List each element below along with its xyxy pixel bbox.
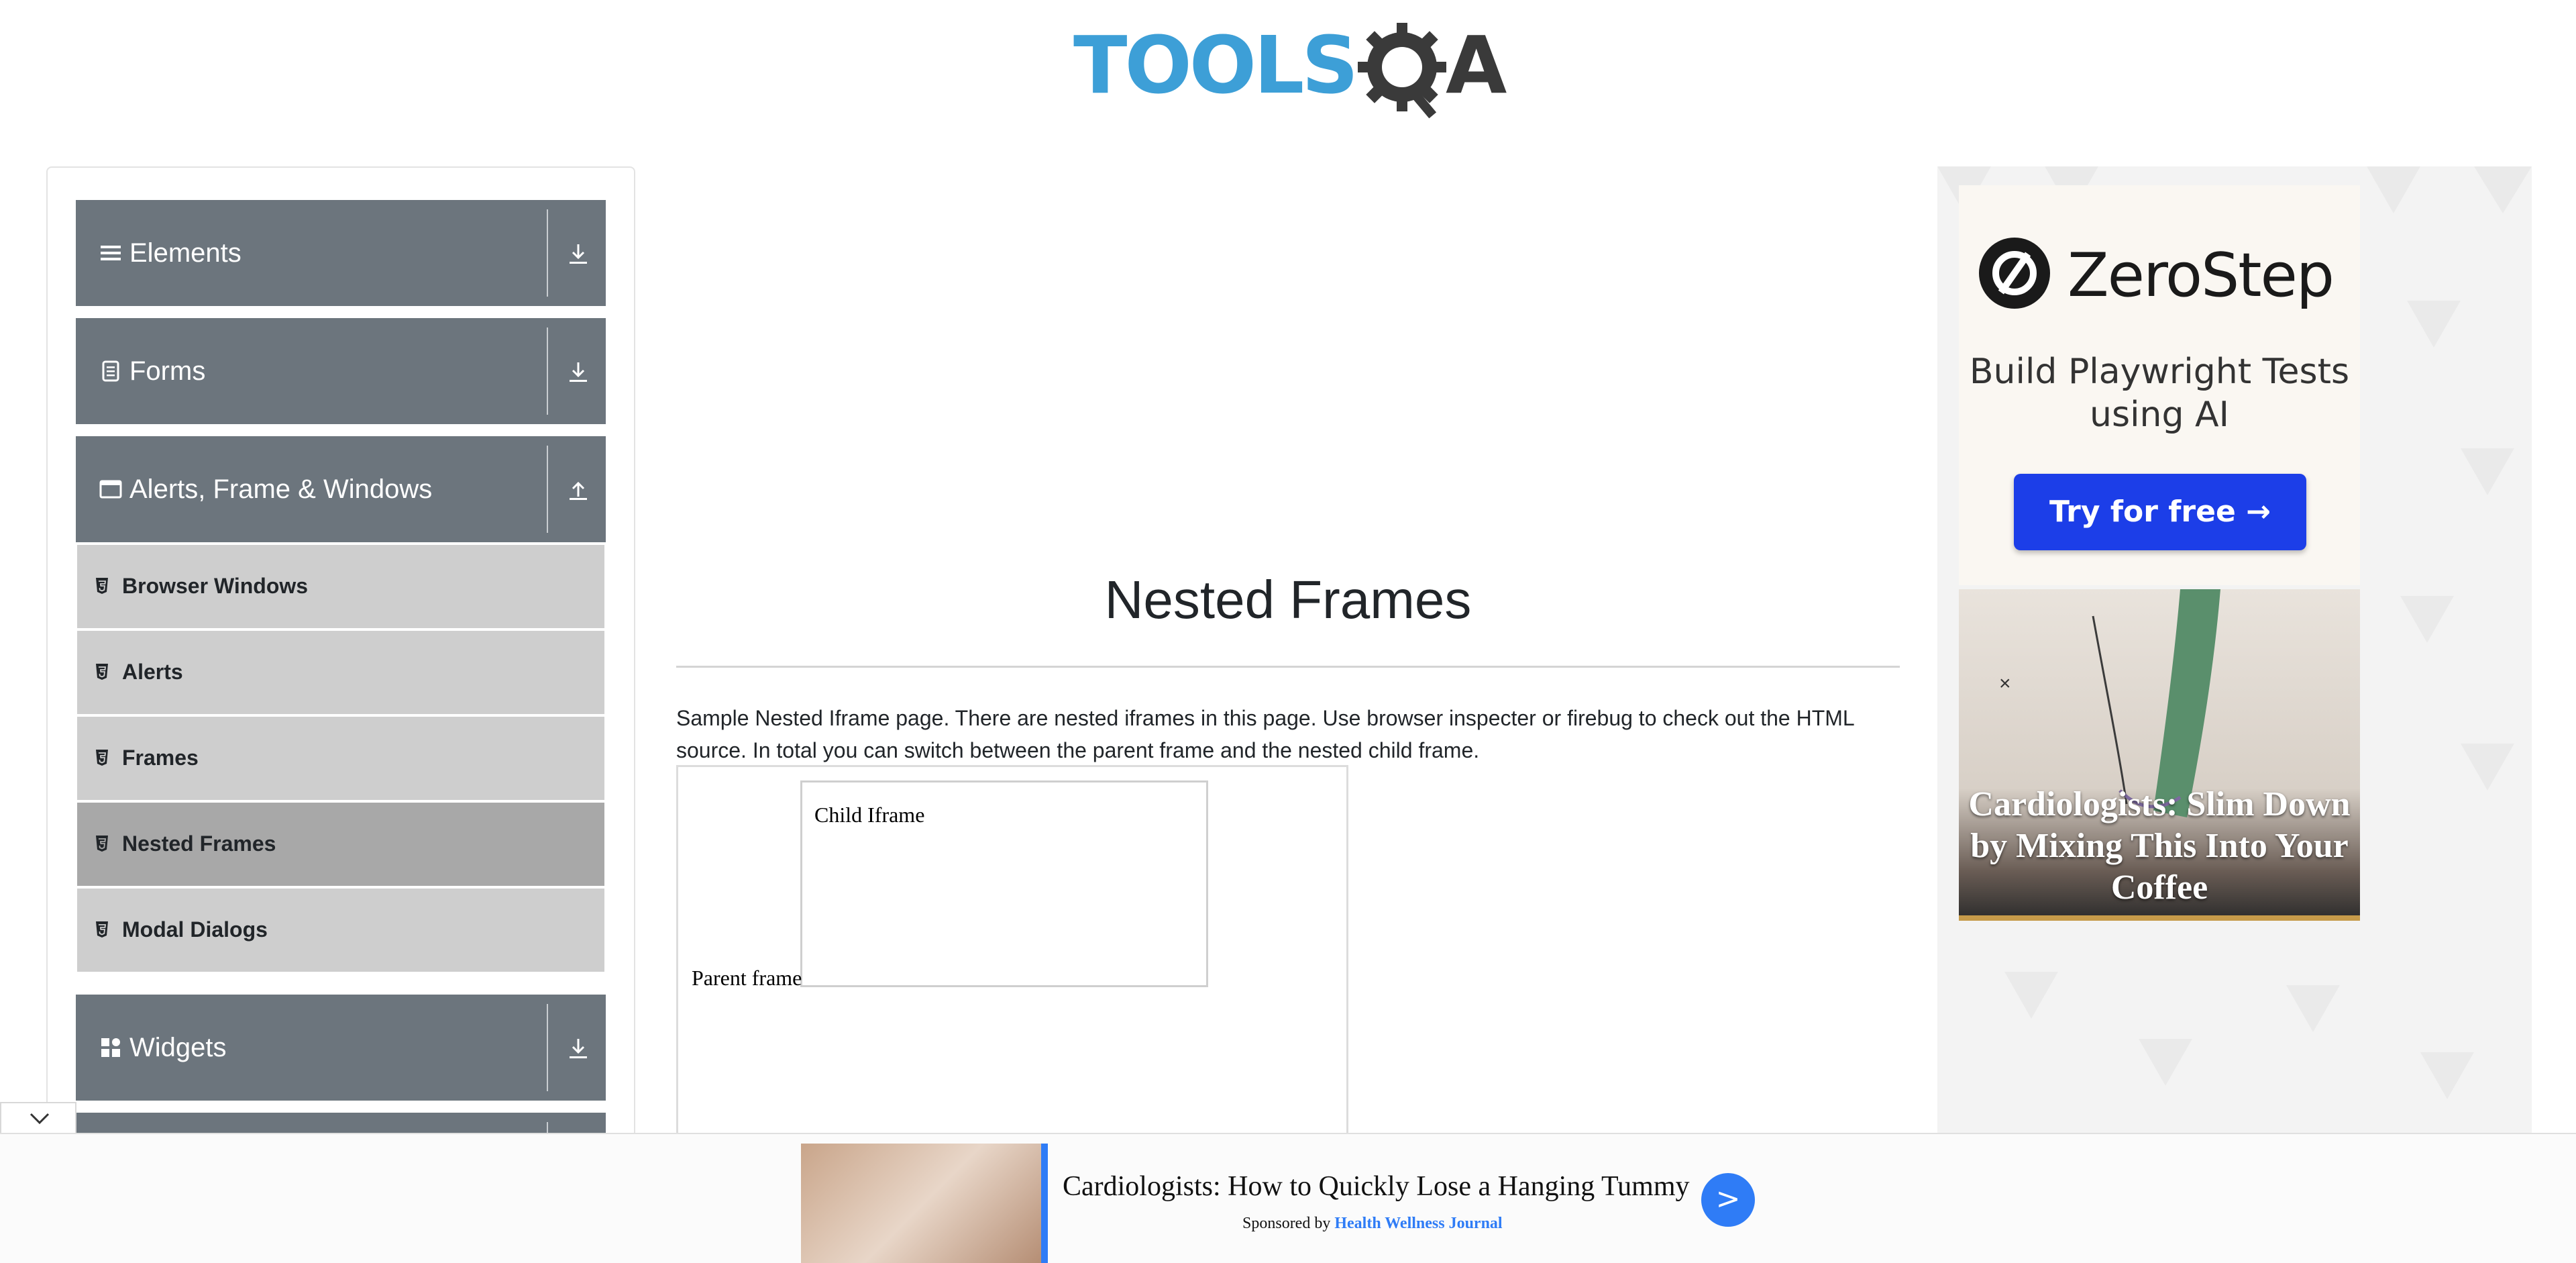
ad-tagline: Build Playwright Tests using AI — [1969, 352, 2350, 435]
collapse-ad-button[interactable] — [0, 1102, 76, 1133]
page-description: Sample Nested Iframe page. There are nes… — [676, 706, 1854, 762]
sidebar-item-browser-windows[interactable]: Browser Windows — [77, 545, 604, 628]
sidebar-item-label: Frames — [122, 746, 199, 770]
sidebar-item-nested-frames[interactable]: Nested Frames — [77, 803, 604, 886]
try-for-free-button[interactable]: Try for free → — [2014, 474, 2306, 550]
widgets-icon — [101, 1038, 120, 1057]
svg-text:×: × — [1999, 672, 2011, 695]
page-title: Nested Frames — [1104, 570, 1472, 629]
toolsqa-logo[interactable]: TOOLS A — [1073, 20, 1509, 121]
html5-icon — [96, 578, 108, 594]
sidebar: Elements Forms Alerts, Frame & Windows B… — [46, 166, 635, 1146]
sidebar-item-frames[interactable]: Frames — [77, 717, 604, 800]
ad-card[interactable]: ZeroStep Build Playwright Tests using AI… — [1959, 185, 2360, 1091]
ad-headline[interactable]: Cardiologists: How to Quickly Lose a Han… — [1063, 1170, 1690, 1203]
html5-icon — [96, 921, 108, 938]
sidebar-item-alerts[interactable]: Alerts — [77, 631, 604, 714]
divider — [547, 446, 548, 533]
ad-image-caption: Cardiologists: Slim Down by Mixing This … — [1968, 785, 2351, 907]
sidebar-group-label: Elements — [129, 238, 241, 268]
ad-go-button[interactable]: > — [1701, 1173, 1755, 1227]
sidebar-group-alerts-frame-windows[interactable]: Alerts, Frame & Windows — [76, 436, 606, 542]
sponsor-name[interactable]: Health Wellness Journal — [1334, 1215, 1502, 1232]
ad-sponsor: Sponsored by Health Wellness Journal — [1242, 1215, 1503, 1233]
sidebar-group-elements[interactable]: Elements — [76, 200, 606, 306]
collapse-icon[interactable] — [567, 476, 590, 503]
sidebar-item-label: Browser Windows — [122, 574, 309, 598]
sidebar-item-label: Nested Frames — [122, 831, 276, 856]
sidebar-item-modal-dialogs[interactable]: Modal Dialogs — [77, 889, 604, 972]
sponsor-prefix: Sponsored by — [1242, 1215, 1331, 1232]
accent-bar — [1041, 1144, 1048, 1263]
sidebar-group-label: Alerts, Frame & Windows — [129, 474, 433, 504]
bottom-ad-bar[interactable]: Cardiologists: How to Quickly Lose a Han… — [0, 1133, 2576, 1263]
sidebar-item-label: Alerts — [122, 660, 183, 684]
divider — [547, 1004, 548, 1091]
sidebar-group-widgets[interactable]: Widgets — [76, 995, 606, 1101]
parent-iframe[interactable]: Child Iframe Parent frame — [676, 765, 1348, 1168]
ad-thumbnail[interactable] — [801, 1144, 1046, 1263]
child-frame-text: Child Iframe — [814, 803, 925, 827]
divider — [547, 209, 548, 297]
divider — [547, 327, 548, 415]
ad-image[interactable]: × Cardiologists: Slim Down by Mixing Thi… — [1959, 589, 2360, 921]
html5-icon — [96, 664, 108, 680]
parent-frame-text: Parent frame — [692, 966, 802, 990]
html5-icon — [96, 836, 108, 852]
child-iframe[interactable]: Child Iframe — [800, 780, 1208, 987]
expand-icon[interactable] — [567, 358, 590, 385]
chevron-down-icon — [30, 1113, 50, 1125]
document-icon — [102, 360, 119, 382]
zerostep-logo-icon — [1979, 238, 2050, 309]
accent-stripe — [1959, 915, 2360, 921]
sidebar-group-label: Widgets — [129, 1033, 227, 1062]
logo-a-text: A — [1446, 19, 1507, 111]
logo-tools-text: TOOLS — [1073, 19, 1358, 111]
ad-sidebar: ZeroStep Build Playwright Tests using AI… — [1937, 166, 2532, 1146]
sidebar-group-label: Forms — [129, 356, 206, 386]
expand-icon[interactable] — [567, 240, 590, 267]
divider — [676, 666, 1900, 668]
brand-name: ZeroStep — [2068, 240, 2334, 311]
sidebar-item-label: Modal Dialogs — [122, 917, 268, 942]
window-icon — [99, 480, 122, 499]
zerostep-panel: ZeroStep Build Playwright Tests using AI… — [1959, 185, 2360, 585]
expand-icon[interactable] — [567, 1035, 590, 1062]
sidebar-group-forms[interactable]: Forms — [76, 318, 606, 424]
html5-icon — [96, 750, 108, 766]
menu-icon — [101, 246, 121, 260]
